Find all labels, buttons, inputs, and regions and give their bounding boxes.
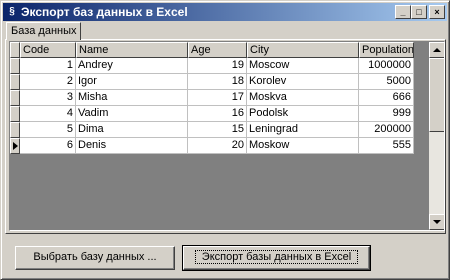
- cell-population[interactable]: 1000000: [359, 58, 414, 74]
- row-indicator[interactable]: [10, 74, 20, 90]
- cell-age[interactable]: 17: [188, 90, 247, 106]
- cell-city[interactable]: Leningrad: [247, 122, 359, 138]
- row-indicator[interactable]: [10, 90, 20, 106]
- column-header-population[interactable]: Population: [359, 42, 414, 58]
- cell-code[interactable]: 3: [20, 90, 76, 106]
- cell-age[interactable]: 19: [188, 58, 247, 74]
- scroll-down-button[interactable]: [429, 214, 444, 230]
- select-database-button[interactable]: Выбрать базу данных ...: [15, 246, 175, 270]
- cell-population[interactable]: 666: [359, 90, 414, 106]
- window-title: Экспорт баз данных в Excel: [21, 5, 188, 19]
- close-button[interactable]: ×: [429, 5, 445, 19]
- row-indicator[interactable]: [10, 106, 20, 122]
- cell-population[interactable]: 999: [359, 106, 414, 122]
- scroll-up-arrow-icon: [433, 48, 441, 52]
- column-header-city[interactable]: City: [247, 42, 359, 58]
- cell-name[interactable]: Denis: [76, 138, 188, 154]
- row-indicator-current[interactable]: [10, 138, 20, 154]
- scroll-up-button[interactable]: [429, 42, 444, 58]
- app-icon[interactable]: §: [6, 5, 18, 19]
- cell-code[interactable]: 2: [20, 74, 76, 90]
- cell-code[interactable]: 6: [20, 138, 76, 154]
- cell-name[interactable]: Dima: [76, 122, 188, 138]
- main-window: § Экспорт баз данных в Excel _ □ × База …: [0, 0, 450, 280]
- scroll-thumb[interactable]: [429, 58, 444, 132]
- cell-code[interactable]: 1: [20, 58, 76, 74]
- export-to-excel-button[interactable]: Экспорт базы данных в Excel: [182, 245, 371, 271]
- scroll-down-arrow-icon: [433, 220, 441, 224]
- grid-corner: [10, 42, 20, 58]
- column-header-code[interactable]: Code: [20, 42, 76, 58]
- minimize-button[interactable]: _: [395, 5, 411, 19]
- cell-city[interactable]: Podolsk: [247, 106, 359, 122]
- cell-name[interactable]: Misha: [76, 90, 188, 106]
- cell-population[interactable]: 5000: [359, 74, 414, 90]
- vertical-scrollbar[interactable]: [429, 42, 444, 230]
- cell-age[interactable]: 16: [188, 106, 247, 122]
- cell-name[interactable]: Vadim: [76, 106, 188, 122]
- cell-code[interactable]: 4: [20, 106, 76, 122]
- row-indicator[interactable]: [10, 122, 20, 138]
- cell-age[interactable]: 15: [188, 122, 247, 138]
- database-grid[interactable]: Code Name Age City Population 1 Andrey 1…: [9, 41, 445, 231]
- cell-age[interactable]: 20: [188, 138, 247, 154]
- column-header-age[interactable]: Age: [188, 42, 247, 58]
- title-bar[interactable]: § Экспорт баз данных в Excel _ □ ×: [3, 3, 447, 21]
- cell-population[interactable]: 555: [359, 138, 414, 154]
- cell-city[interactable]: Moskow: [247, 138, 359, 154]
- row-indicator[interactable]: [10, 58, 20, 74]
- cell-city[interactable]: Moskva: [247, 90, 359, 106]
- export-button-label: Экспорт базы данных в Excel: [194, 250, 359, 264]
- cell-name[interactable]: Andrey: [76, 58, 188, 74]
- cell-code[interactable]: 5: [20, 122, 76, 138]
- column-header-name[interactable]: Name: [76, 42, 188, 58]
- tab-database[interactable]: База данных: [6, 22, 81, 40]
- cell-population[interactable]: 200000: [359, 122, 414, 138]
- cell-city[interactable]: Moscow: [247, 58, 359, 74]
- row-pointer-icon: [13, 142, 18, 150]
- cell-city[interactable]: Korolev: [247, 74, 359, 90]
- maximize-button[interactable]: □: [411, 5, 427, 19]
- cell-name[interactable]: Igor: [76, 74, 188, 90]
- cell-age[interactable]: 18: [188, 74, 247, 90]
